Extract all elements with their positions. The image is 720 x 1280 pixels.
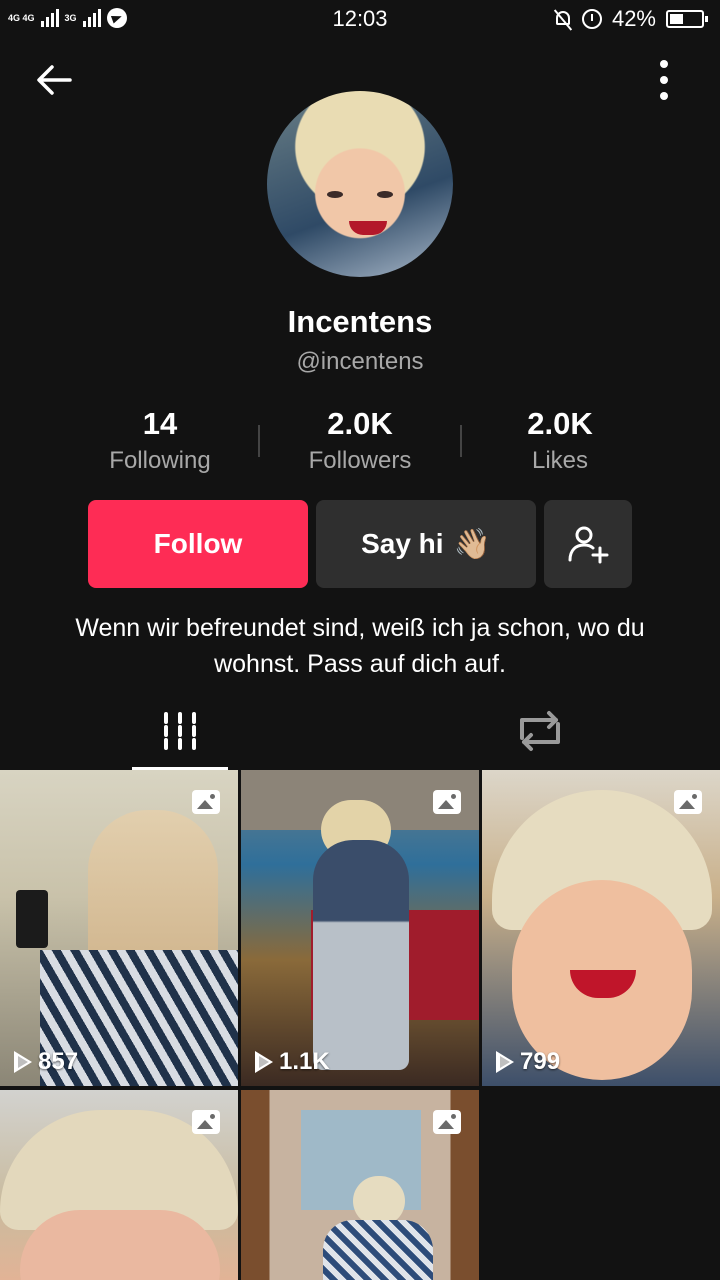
waving-hand-icon: 👋🏼 [453, 527, 491, 561]
view-count: 1.1K [255, 1048, 330, 1076]
view-count: 799 [496, 1048, 560, 1076]
stat-following-value: 14 [142, 406, 178, 441]
stat-followers-value: 2.0K [327, 406, 393, 441]
grid-bars-icon [164, 712, 196, 750]
battery-percent: 42% [611, 6, 656, 31]
tab-reposts[interactable] [500, 700, 580, 770]
display-name: Incentens [287, 304, 433, 339]
follow-button-label: Follow [153, 528, 243, 559]
photo-icon [192, 790, 220, 814]
stat-following-label: Following [109, 447, 211, 474]
alarm-icon [581, 9, 602, 29]
video-thumbnail[interactable] [0, 1090, 238, 1280]
username: @incentens [296, 348, 424, 375]
stat-likes-value: 2.0K [527, 406, 593, 441]
tab-videos[interactable] [132, 700, 228, 770]
photo-icon [192, 1110, 220, 1134]
say-hi-button[interactable]: Say hi 👋🏼 [316, 500, 536, 588]
stat-following[interactable]: 14 Following [60, 404, 260, 478]
stat-likes-label: Likes [531, 447, 589, 474]
say-hi-label: Say hi [361, 528, 444, 559]
stat-followers[interactable]: 2.0K Followers [260, 404, 460, 478]
view-count: 857 [14, 1048, 78, 1076]
photo-icon [674, 790, 702, 814]
avatar[interactable] [267, 91, 453, 277]
play-icon [255, 1051, 273, 1073]
video-thumbnail[interactable]: 1.1K [241, 770, 479, 1086]
stat-followers-label: Followers [308, 447, 412, 474]
status-right: 42% [554, 6, 708, 32]
repost-icon [520, 711, 560, 751]
play-icon [14, 1051, 32, 1073]
follow-button[interactable]: Follow [88, 500, 308, 588]
status-bar: 4G 4G 3G 12:03 42% [0, 0, 720, 38]
battery-fill [670, 14, 683, 24]
video-thumbnail[interactable] [241, 1090, 479, 1280]
stat-likes[interactable]: 2.0K Likes [460, 404, 660, 478]
add-friend-button[interactable] [544, 500, 632, 588]
photo-icon [433, 790, 461, 814]
video-thumbnail[interactable]: 799 [482, 770, 720, 1086]
add-user-icon [568, 526, 609, 564]
battery-icon [666, 10, 708, 28]
bio: Wenn wir befreundet sind, weiß ich ja sc… [75, 614, 645, 678]
mute-bell-icon [554, 9, 572, 29]
arrow-left-icon [37, 65, 72, 95]
photo-icon [433, 1110, 461, 1134]
play-icon [496, 1051, 514, 1073]
vertical-dots-icon [660, 60, 668, 68]
video-thumbnail[interactable]: 857 [0, 770, 238, 1086]
back-button[interactable] [32, 58, 76, 102]
more-options-button[interactable] [644, 58, 684, 102]
